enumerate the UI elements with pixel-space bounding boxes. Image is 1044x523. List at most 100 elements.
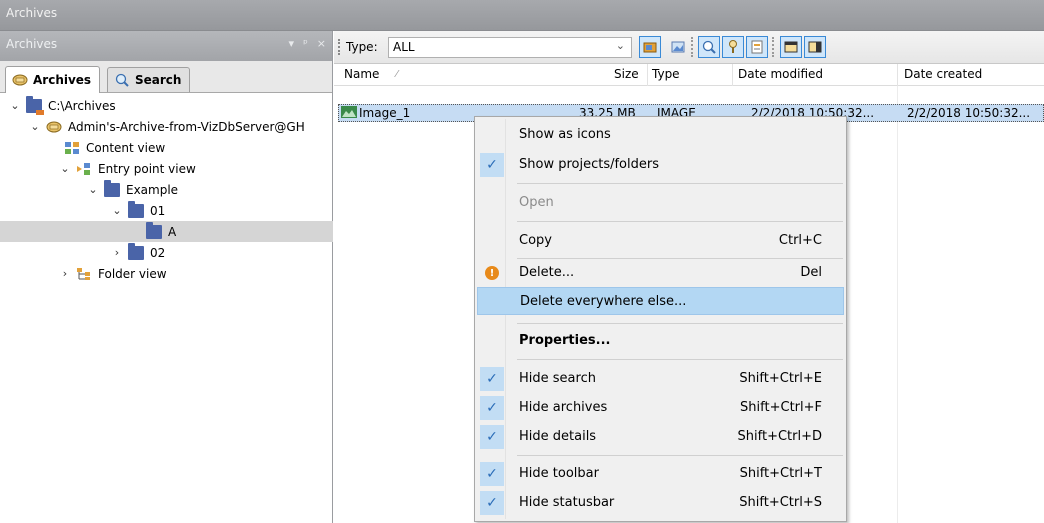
column-divider [647,64,648,86]
check-icon: ✓ [480,396,504,420]
menu-properties[interactable]: Properties... [477,327,844,355]
toolbar-separator [691,37,693,57]
menu-show-as-icons[interactable]: Show as icons [477,121,844,149]
tree-item-label: Content view [86,140,166,155]
tree-item-label: C:\Archives [48,98,116,113]
tree-item-content-view[interactable]: Content view [64,137,165,158]
menu-item-label: Hide statusbar [519,495,615,510]
window-title: Archives [0,0,1044,31]
menu-item-shortcut: Del [800,265,822,280]
chevron-right-icon[interactable]: › [58,267,72,280]
menu-item-label: Hide details [519,429,597,444]
column-date-modified[interactable]: Date modified [738,67,823,85]
menu-item-label: Show projects/folders [519,157,659,172]
menu-item-label: Delete everywhere else... [520,294,687,309]
toolbar-grip[interactable] [338,39,340,55]
menu-separator [517,221,843,222]
column-divider [732,64,733,86]
tree-item-01[interactable]: ⌄ 01 [110,200,165,221]
menu-separator [517,359,843,360]
close-icon[interactable]: × [317,37,326,50]
thumbnail-icon [671,41,685,53]
chevron-down-icon[interactable]: ⌄ [8,99,22,112]
panel-menu-icon[interactable]: ▾ [289,37,295,50]
type-filter-select[interactable]: ALL ⌄ [388,37,632,58]
tree-item-label: Example [126,182,179,197]
hide-archives-button[interactable] [780,36,802,58]
panel-header: Archives ▾ ᵖ × [0,31,332,61]
filter-button[interactable] [722,36,744,58]
chevron-right-icon[interactable]: › [110,246,124,259]
context-menu: Show as icons ✓ Show projects/folders Op… [474,116,847,522]
menu-hide-archives[interactable]: ✓ Hide archives Shift+Ctrl+F [477,394,844,422]
menu-hide-statusbar[interactable]: ✓ Hide statusbar Shift+Ctrl+S [477,489,844,517]
file-name: Image_1 [359,106,411,120]
search-toggle-button[interactable] [698,36,720,58]
tab-archives[interactable]: Archives [5,66,101,93]
menu-separator [517,323,843,324]
panel-title: Archives [6,37,58,51]
check-icon: ✓ [480,462,504,486]
menu-copy[interactable]: Copy Ctrl+C [477,227,844,255]
menu-item-label: Properties... [519,333,611,348]
filter-icon [729,40,737,53]
column-type[interactable]: Type [652,67,680,85]
menu-hide-search[interactable]: ✓ Hide search Shift+Ctrl+E [477,365,844,393]
thumbnail-button[interactable] [667,36,689,58]
tree-item-label: 02 [150,245,166,260]
file-date-created: 2/2/2018 10:50:32... [907,106,1031,120]
menu-item-shortcut: Shift+Ctrl+F [740,400,822,415]
chevron-down-icon[interactable]: ⌄ [58,162,72,175]
panel-tabs: Archives Search [0,61,332,93]
tab-search-label: Search [135,73,182,87]
tree-item-entry-point-view[interactable]: ⌄ Entry point view [58,158,195,179]
column-divider [897,64,898,86]
toolbar-separator [772,37,774,57]
menu-open[interactable]: Open [477,189,844,217]
menu-separator [517,183,843,184]
menu-item-label: Hide toolbar [519,466,599,481]
image-file-icon [341,105,357,122]
folder-view-icon [76,267,92,281]
folder-icon [146,221,162,239]
toolbar: Type: ALL ⌄ [334,31,1044,64]
tree-item-02[interactable]: › 02 [110,242,165,263]
menu-delete[interactable]: ! Delete... Del [477,259,844,287]
properties-button[interactable] [746,36,768,58]
archives-panel: Archives ▾ ᵖ × Archives Search ⌄ C:\Arch… [0,31,333,523]
chevron-down-icon[interactable]: ⌄ [86,183,100,196]
properties-icon [751,40,763,54]
menu-hide-toolbar[interactable]: ✓ Hide toolbar Shift+Ctrl+T [477,460,844,488]
menu-item-label: Delete... [519,265,575,280]
menu-item-shortcut: Shift+Ctrl+E [739,371,822,386]
check-icon: ✓ [480,491,504,515]
tree-item-c-archives[interactable]: ⌄ C:\Archives [8,95,116,116]
tree-item-example[interactable]: ⌄ Example [86,179,178,200]
chevron-down-icon[interactable]: ⌄ [110,204,124,217]
menu-hide-details[interactable]: ✓ Hide details Shift+Ctrl+D [477,423,844,451]
chevron-down-icon[interactable]: ⌄ [28,120,42,133]
tree-item-label: Folder view [98,266,167,281]
show-projects-icon [643,42,657,53]
column-date-created[interactable]: Date created [904,67,982,85]
menu-item-label: Show as icons [519,127,611,142]
tree-item-a[interactable]: A [0,221,333,242]
tree-item-admin-archive[interactable]: ⌄ Admin's-Archive-from-VizDbServer@GH [28,116,304,137]
archive-icon [46,120,62,134]
check-icon: ✓ [480,367,504,391]
show-projects-button[interactable] [639,36,661,58]
pin-icon[interactable]: ᵖ [303,37,308,50]
tree-item-folder-view[interactable]: › Folder view [58,263,167,284]
column-size[interactable]: Size [614,67,639,85]
check-icon: ✓ [480,153,504,177]
archive-tree: ⌄ C:\Archives ⌄ Admin's-Archive-from-Viz… [0,93,333,513]
menu-delete-everywhere-else[interactable]: Delete everywhere else... [477,287,844,315]
tab-search[interactable]: Search [107,67,191,92]
search-icon [702,40,716,54]
hide-archives-icon [784,41,798,53]
menu-show-projects-folders[interactable]: ✓ Show projects/folders [477,151,844,179]
column-name[interactable]: Name [344,67,379,85]
hide-details-button[interactable] [804,36,826,58]
menu-item-shortcut: Shift+Ctrl+S [739,495,822,510]
type-label: Type: [346,40,378,54]
